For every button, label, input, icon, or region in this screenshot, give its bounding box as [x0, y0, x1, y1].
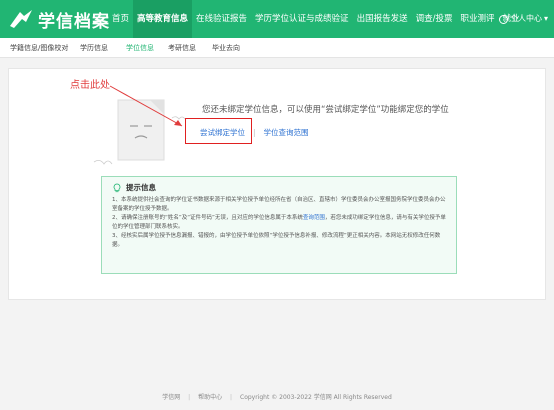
tip-item: 1、本系统提供社会查询的学位证书数据来源于相关学位授予单位经所在省（自治区、直辖…	[112, 197, 446, 212]
no-degree-message: 您还未绑定学位信息，可以使用“尝试绑定学位”功能绑定您的学位	[202, 105, 449, 115]
tab-postgraduate-exam[interactable]: 考研信息	[168, 38, 196, 58]
highlight-box	[185, 118, 252, 144]
main-nav: 首页 高等教育信息 在线验证报告 学历学位认证与成绩验证 出国报告发送 调查/投…	[108, 0, 523, 38]
site-logo[interactable]: 学信档案	[8, 7, 110, 32]
nav-item-career-test[interactable]: 职业测评	[456, 0, 498, 38]
tab-graduate-destination[interactable]: 毕业去向	[212, 38, 240, 58]
logo-icon	[10, 10, 32, 28]
annotation-arrow	[109, 85, 183, 127]
degree-query-scope-link[interactable]: 学位查询范围	[264, 127, 309, 138]
query-scope-highlight[interactable]: 查询范围	[303, 215, 325, 221]
footer: 学信网 | 帮助中心 | Copyright © 2003-2022 学信网 A…	[0, 392, 554, 401]
top-header: 学信档案 首页 高等教育信息 在线验证报告 学历学位认证与成绩验证 出国报告发送…	[0, 0, 554, 38]
footer-copyright: Copyright © 2003-2022 学信网 All Rights Res…	[240, 394, 392, 401]
footer-separator: |	[188, 394, 191, 401]
tips-title: 提示信息	[126, 183, 156, 192]
sub-nav: 学籍信息/图像校对 学历信息 学位信息 考研信息 毕业去向	[0, 38, 554, 58]
tip-item: 3、经核实后属学位授予信息漏报、错报的，由学位授予单位依照“学位授予信息补报、修…	[112, 233, 441, 248]
click-here-annotation: 点击此处	[70, 80, 110, 91]
footer-link-help[interactable]: 帮助中心	[198, 394, 222, 401]
footer-link-chsi[interactable]: 学信网	[162, 394, 180, 401]
nav-item-survey[interactable]: 调查/投票	[412, 0, 457, 38]
tip-item: 2、请确保注册账号的“姓名”及“证件号码”无误，且对应的学位信息属于本系统查询范…	[112, 214, 446, 232]
footer-separator: |	[230, 394, 233, 401]
nav-item-home[interactable]: 首页	[108, 0, 133, 38]
chevron-down-icon: ▾	[543, 14, 548, 23]
user-icon	[498, 14, 508, 24]
tips-header: 提示信息	[112, 182, 446, 193]
nav-item-certification[interactable]: 学历学位认证与成绩验证	[251, 0, 353, 38]
tab-degree[interactable]: 学位信息	[126, 38, 154, 58]
user-center-label: 个人中心	[509, 14, 542, 23]
tip-2-text: 2、请确保注册账号的“姓名”及“证件号码”无误，且对应的学位信息属于本系统查询范…	[112, 215, 446, 230]
logo-text: 学信档案	[38, 11, 110, 32]
link-separator: |	[253, 128, 256, 137]
tab-education[interactable]: 学历信息	[80, 38, 108, 58]
nav-item-online-report[interactable]: 在线验证报告	[192, 0, 251, 38]
user-center-button[interactable]: 个人中心 ▾	[498, 0, 548, 38]
lightbulb-icon	[113, 183, 121, 192]
nav-item-overseas-report[interactable]: 出国报告发送	[353, 0, 412, 38]
nav-item-higher-education[interactable]: 高等教育信息	[133, 0, 193, 38]
tab-student-status[interactable]: 学籍信息/图像校对	[10, 38, 68, 58]
tips-panel: 提示信息 1、本系统提供社会查询的学位证书数据来源于相关学位授予单位经所在省（自…	[101, 176, 457, 274]
